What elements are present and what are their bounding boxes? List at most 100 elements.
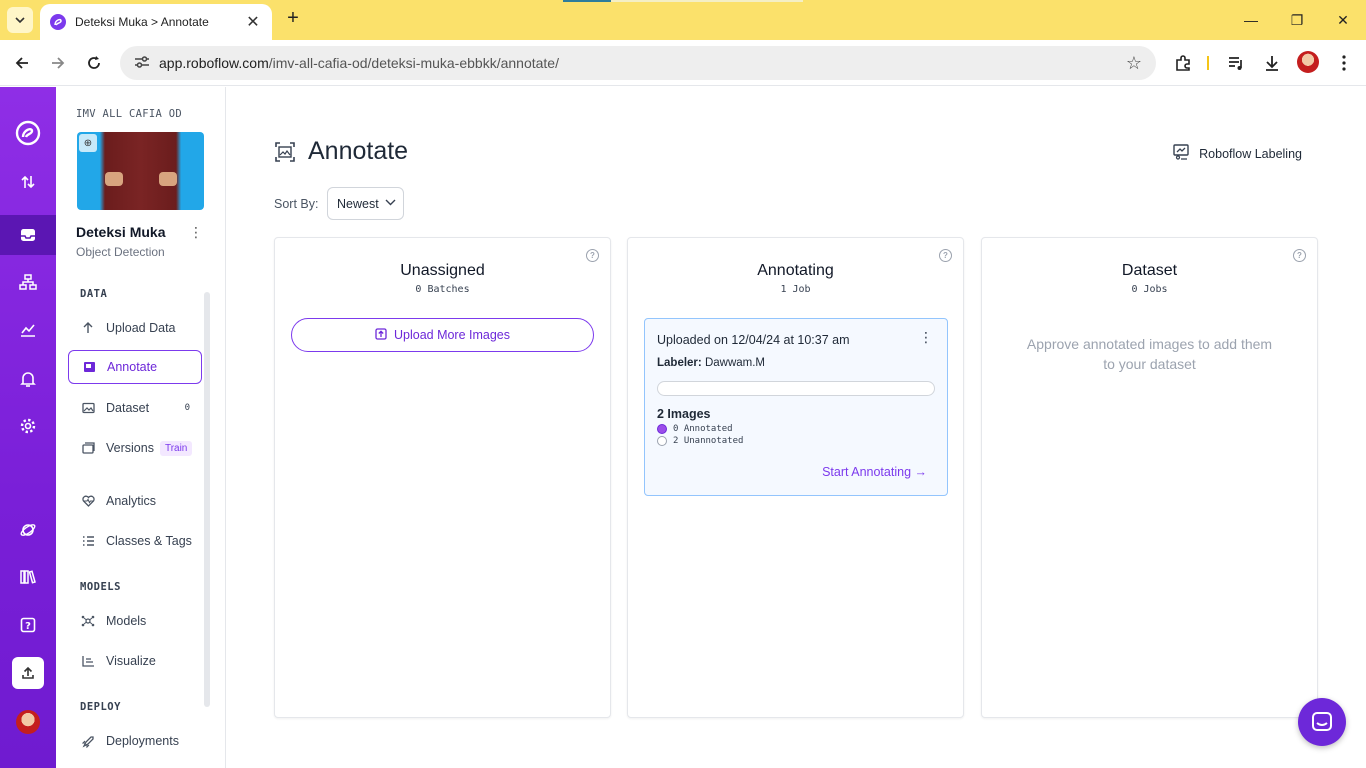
list-icon (80, 535, 96, 547)
annotate-icon (81, 361, 97, 373)
sort-select-value: Newest (337, 196, 379, 211)
notifications-bell-icon[interactable] (12, 363, 44, 395)
site-settings-icon[interactable] (134, 55, 152, 72)
toolbar-separator (1207, 56, 1209, 70)
section-models-label: MODELS (80, 581, 121, 593)
restore-button[interactable]: ❐ (1282, 8, 1312, 32)
workspace-name[interactable]: IMV ALL CAFIA OD (76, 108, 182, 120)
chevron-down-icon (385, 198, 396, 209)
browser-menu-icon[interactable] (1333, 52, 1355, 74)
annotating-column: ? Annotating 1 Job Uploaded on 12/04/24 … (627, 237, 964, 718)
sort-arrows-icon[interactable] (12, 166, 44, 198)
rocket-icon (80, 735, 96, 748)
help-circle-icon[interactable]: ? (939, 249, 952, 262)
tabbar-indicator-secondary (611, 0, 803, 2)
sidebar-item-analytics[interactable]: Analytics (68, 484, 202, 518)
column-count: 0 Jobs (1131, 284, 1168, 295)
start-annotating-link[interactable]: Start Annotating → (822, 465, 927, 479)
docs-library-icon[interactable] (12, 561, 44, 593)
page-title: Annotate (308, 137, 409, 165)
sidebar-item-models[interactable]: Models (68, 604, 202, 638)
upload-more-images-button[interactable]: Upload More Images (291, 318, 594, 352)
monitoring-chart-icon[interactable] (12, 314, 44, 346)
unannotated-dot-icon (657, 436, 667, 446)
sidebar-item-versions[interactable]: Versions Train (68, 431, 202, 465)
extensions-icon[interactable] (1172, 52, 1194, 74)
url-host: app.roboflow.com (159, 55, 269, 71)
url-path: /imv-all-cafia-od/deteksi-muka-ebbkk/ann… (268, 55, 559, 71)
sidebar-item-label: Versions (106, 441, 154, 455)
reload-icon (88, 56, 100, 69)
versions-stack-icon (80, 442, 96, 454)
column-title: Annotating (757, 262, 834, 279)
forward-button[interactable] (45, 50, 71, 76)
start-annotating-label: Start Annotating (822, 465, 912, 479)
column-count: 1 Job (780, 284, 811, 295)
minimize-button[interactable]: — (1236, 8, 1266, 32)
job-labeler: Labeler: Dawwam.M (657, 357, 765, 369)
help-circle-icon[interactable]: ? (586, 249, 599, 262)
user-avatar[interactable] (16, 710, 40, 734)
arrow-left-icon (15, 57, 28, 69)
back-button[interactable] (9, 50, 35, 76)
profile-avatar[interactable] (1297, 51, 1319, 73)
settings-gear-icon[interactable] (12, 410, 44, 442)
projects-inbox-icon[interactable] (0, 215, 56, 255)
workflow-icon[interactable] (12, 266, 44, 298)
empty-message-line: Approve annotated images to add them (1026, 336, 1273, 352)
roboflow-favicon-icon (50, 14, 66, 30)
new-tab-button[interactable]: + (282, 8, 304, 30)
address-bar[interactable]: app.roboflow.com/imv-all-cafia-od/deteks… (120, 46, 1156, 80)
dataset-count-badge: 0 (184, 403, 190, 413)
rail-upload-button[interactable] (12, 657, 44, 689)
arrow-right-icon (52, 57, 65, 69)
universe-explore-icon[interactable] (12, 514, 44, 546)
column-title: Dataset (1121, 262, 1178, 279)
project-thumbnail[interactable]: ⊕ (77, 132, 204, 210)
bookmark-star-icon[interactable]: ☆ (1126, 53, 1142, 74)
close-window-button[interactable]: ✕ (1328, 8, 1358, 32)
annotate-frame-icon (274, 141, 296, 163)
sidebar-item-annotate[interactable]: Annotate (68, 350, 202, 384)
browser-tab-active[interactable]: Deteksi Muka > Annotate ✕ (40, 4, 272, 40)
sidebar-item-label: Models (106, 614, 147, 628)
job-menu-icon[interactable]: ⋮ (919, 329, 933, 346)
sidebar-item-deployments[interactable]: Deployments (68, 724, 202, 758)
arrow-right-icon: → (914, 465, 928, 479)
sidebar-scrollbar[interactable] (204, 292, 210, 707)
support-chat-button[interactable] (1298, 698, 1346, 746)
help-question-icon[interactable]: ? (12, 609, 44, 641)
roboflow-labeling-link[interactable]: Roboflow Labeling (1173, 144, 1302, 163)
sort-select[interactable]: Newest (327, 187, 404, 220)
page-header: Annotate (274, 137, 408, 166)
annotated-legend: 0 Annotated (657, 424, 733, 434)
help-circle-icon[interactable]: ? (1293, 249, 1306, 262)
project-sidebar: IMV ALL CAFIA OD ⊕ Deteksi Muka ⋮ Object… (56, 87, 226, 768)
project-type: Object Detection (76, 245, 165, 259)
reload-button[interactable] (81, 50, 107, 76)
roboflow-logo-icon[interactable] (12, 117, 44, 149)
sort-by-label: Sort By: (274, 197, 319, 211)
project-name: Deteksi Muka (76, 224, 166, 240)
tab-search-button[interactable] (7, 7, 33, 33)
sidebar-item-visualize[interactable]: Visualize (68, 644, 202, 678)
heart-pulse-icon (80, 495, 96, 507)
section-deploy-label: DEPLOY (80, 701, 121, 713)
download-icon[interactable] (1261, 52, 1283, 74)
unannotated-count: 2 Unannotated (673, 436, 744, 446)
train-badge[interactable]: Train (159, 440, 193, 456)
main-content: Annotate Roboflow Labeling Sort By: Newe… (226, 87, 1366, 768)
job-title: Uploaded on 12/04/24 at 10:37 am (657, 333, 850, 347)
annotated-count: 0 Annotated (673, 424, 733, 434)
sidebar-item-classes-tags[interactable]: Classes & Tags (68, 524, 202, 558)
model-nodes-icon (80, 615, 96, 627)
sidebar-item-dataset[interactable]: Dataset 0 (68, 391, 202, 425)
tab-close-icon[interactable]: ✕ (244, 12, 262, 32)
labeler-label: Labeler: (657, 357, 702, 369)
project-menu-icon[interactable]: ⋮ (189, 224, 203, 241)
annotation-job-card[interactable]: Uploaded on 12/04/24 at 10:37 am ⋮ Label… (644, 318, 948, 496)
job-progress-bar (657, 381, 935, 396)
sidebar-item-upload-data[interactable]: Upload Data (68, 311, 202, 345)
media-control-icon[interactable] (1225, 52, 1247, 74)
image-gallery-icon (80, 402, 96, 414)
